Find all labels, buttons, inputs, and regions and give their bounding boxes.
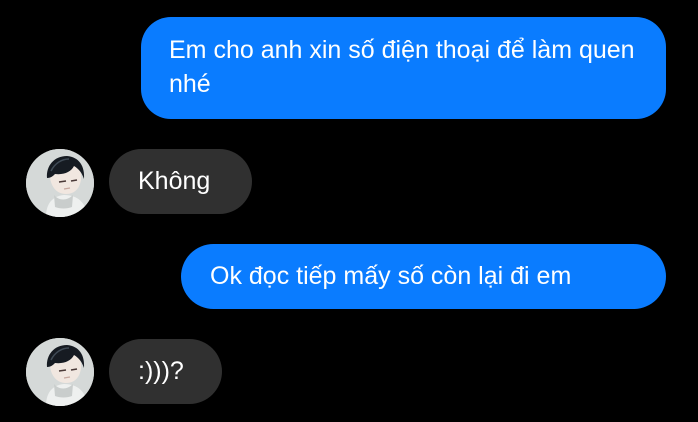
anime-boy-avatar-icon xyxy=(26,149,94,217)
message-text: :)))? xyxy=(138,357,184,385)
sent-message-bubble[interactable]: Em cho anh xin số điện thoại để làm quen… xyxy=(141,17,666,119)
message-text: Ok đọc tiếp mấy số còn lại đi em xyxy=(210,262,572,290)
received-message-bubble[interactable]: :)))? xyxy=(109,339,222,404)
message-text: Không xyxy=(138,167,211,195)
message-text: Em cho anh xin số điện thoại để làm quen… xyxy=(169,36,635,98)
contact-avatar[interactable] xyxy=(26,338,94,406)
received-message-bubble[interactable]: Không xyxy=(109,149,252,214)
anime-boy-avatar-icon xyxy=(26,338,94,406)
sent-message-bubble[interactable]: Ok đọc tiếp mấy số còn lại đi em xyxy=(181,244,666,309)
contact-avatar[interactable] xyxy=(26,149,94,217)
